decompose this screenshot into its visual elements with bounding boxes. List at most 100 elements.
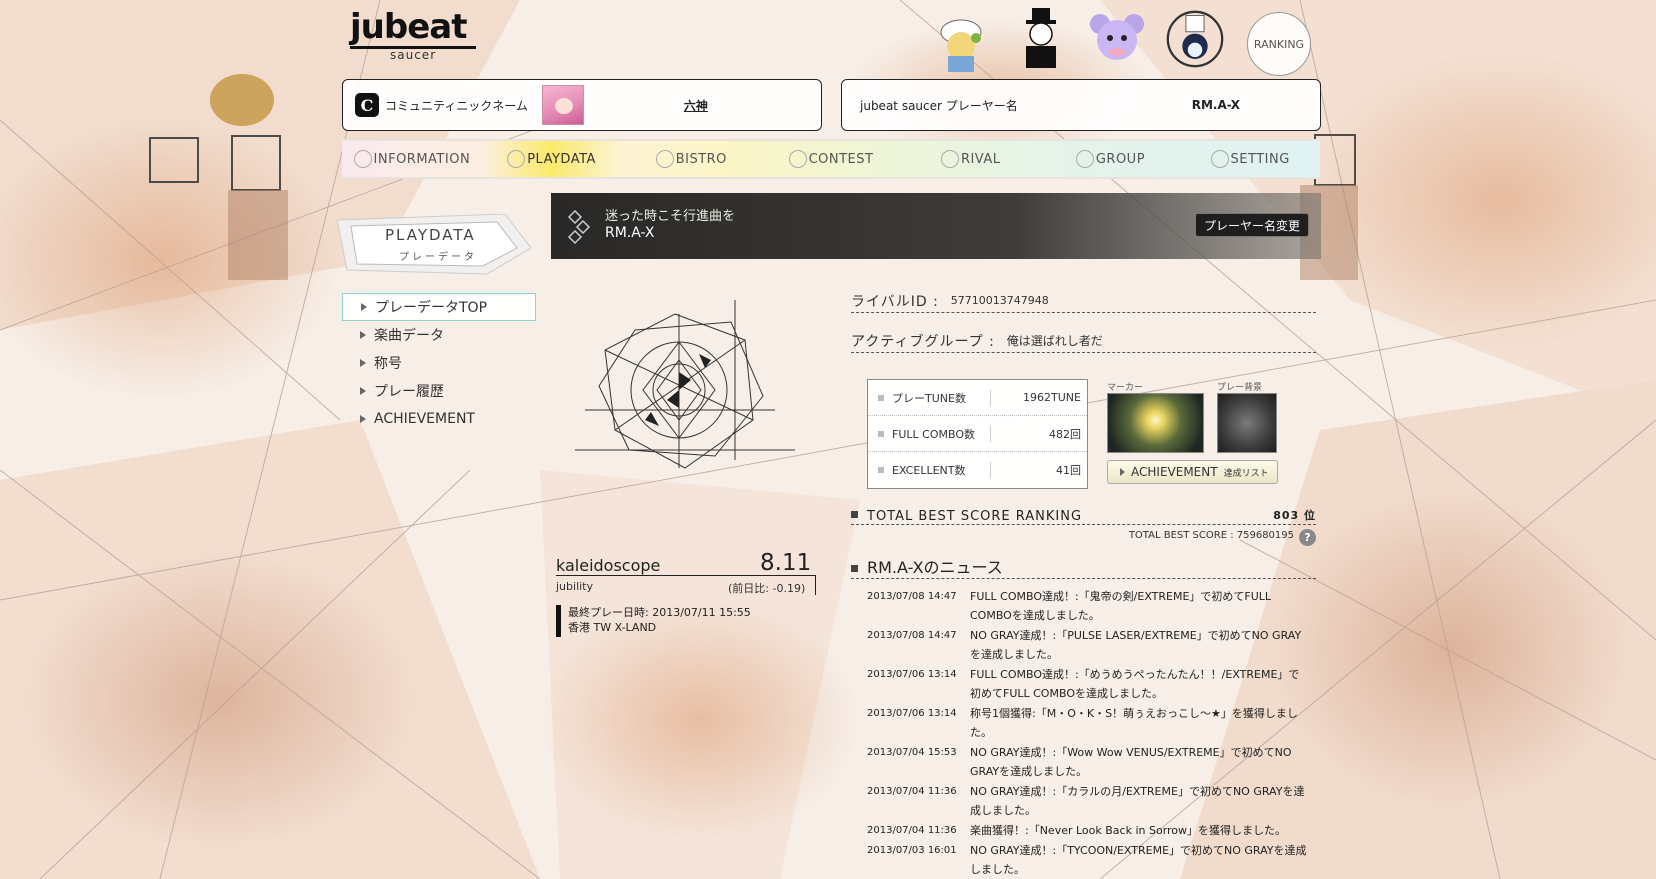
news-text: FULL COMBO達成！:「めうめうぺったんたん！！/EXTREME」で初めて… [970,668,1300,700]
rival-id-value: 57710013747948 [950,294,1049,307]
badge-subtitle: プレーデータ [399,252,477,263]
news-text: NO GRAY達成！:「カラルの月/EXTREME」で初めてNO GRAYを達成… [970,785,1305,817]
active-group-label: アクティブグループ : [851,333,995,350]
badge-title: PLAYDATA [385,226,476,244]
news-text: NO GRAY達成！:「PULSE LASER/EXTREME」で初めてNO G… [970,629,1302,661]
news-date: 2013/07/06 13:14 [867,708,957,719]
bullet-square-icon [851,511,858,518]
news-date: 2013/07/06 13:14 [867,669,957,680]
last-play-time: 最終プレー日時: 2013/07/11 15:55 [568,606,751,619]
news-section-header: RM.A-Xのニュース [851,555,1316,579]
menu-playdata-top[interactable]: プレーデータTOP [342,293,536,321]
diamond-icon [567,209,591,245]
nav-bistro-label: BISTRO [675,151,727,167]
bullet-square-icon [851,565,858,572]
jubility-label: jubility [556,580,594,593]
ranking-position: 803 位 [1273,509,1316,522]
nav-contest[interactable]: CONTEST [761,141,901,177]
news-text: 楽曲獲得！:「Never Look Back in Sorrow」を獲得しました… [970,824,1287,837]
nav-group[interactable]: GROUP [1041,141,1181,177]
nav-playdata[interactable]: PLAYDATA [481,141,622,177]
list-item: 2013/07/08 14:47 FULL COMBO達成！:「鬼帝の剣/EXTR… [867,587,1307,625]
stat-row: プレーTUNE数 1962TUNE [868,380,1087,416]
nav-setting-label: SETTING [1230,151,1290,167]
ranking-section-header: TOTAL BEST SCORE RANKING 803 位 [851,503,1316,525]
list-item: 2013/07/06 13:14 FULL COMBO達成！:「めうめうぺったんた… [867,665,1307,703]
menu-play-history[interactable]: プレー履歴 [342,377,536,405]
playdata-icon [507,150,526,168]
list-item: 2013/07/04 15:53 NO GRAY達成！:「Wow Wow VENU… [867,743,1307,781]
hat-man-character-icon[interactable] [1012,6,1070,68]
arrow-right-icon [360,387,366,395]
banner-player-name: RM.A-X [605,225,655,241]
stat-label: プレーTUNE数 [892,389,991,406]
purple-mouse-character-icon[interactable] [1088,10,1146,72]
menu-titles[interactable]: 称号 [342,349,536,377]
jubility-diff: (前日比: -0.19) [728,582,806,595]
last-play-info: 最終プレー日時: 2013/07/11 15:55 香港 TW X-LAND [556,605,751,637]
bistro-icon [655,150,674,168]
nav-information[interactable]: INFORMATION [342,141,482,177]
menu-music-data[interactable]: 楽曲データ [342,321,536,349]
avatar[interactable] [541,85,584,125]
information-icon [353,150,372,168]
list-item: 2013/07/04 11:36 楽曲獲得！:「Never Look Back i… [867,821,1307,840]
player-name-box: jubeat saucer プレーヤー名 RM.A-X [841,79,1321,131]
news-text: NO GRAY達成！:「TYCOON/EXTREME」で初めてNO GRAYを達… [970,844,1307,876]
news-text: FULL COMBO達成！:「鬼帝の剣/EXTREME」で初めてFULL COM… [970,590,1272,622]
nav-rival[interactable]: RIVAL [901,141,1041,177]
player-title: kaleidoscope [556,556,661,575]
rival-id-row: ライバルID : 57710013747948 [851,289,1316,313]
nav-playdata-label: PLAYDATA [527,151,596,167]
bullet-square-icon [878,467,884,473]
active-group-row: アクティブグループ : 俺は選ばれし者だ [851,329,1316,353]
help-icon[interactable]: ? [1299,529,1316,546]
achievement-list-button[interactable]: ACHIEVEMENT 達成リスト [1107,460,1278,484]
list-item: 2013/07/03 16:01 NO GRAY達成！:「TYCOON/EXTRE… [867,841,1307,879]
stat-row: EXCELLENT数 41回 [868,452,1087,488]
play-background-thumbnail[interactable] [1217,393,1277,453]
nav-bistro[interactable]: BISTRO [621,141,761,177]
active-group-value[interactable]: 俺は選ばれし者だ [1007,332,1103,349]
community-nickname[interactable]: 六神 [684,97,708,114]
menu-play-history-label: プレー履歴 [374,384,444,400]
news-text: NO GRAY達成！:「Wow Wow VENUS/EXTREME」で初めてNO… [970,746,1292,778]
ranking-button[interactable]: RANKING [1247,12,1311,76]
community-nickname-label: コミュニティニックネーム [385,98,528,113]
nav-setting[interactable]: SETTING [1180,141,1320,177]
chef-character-icon[interactable] [932,12,990,74]
menu-playdata-top-label: プレーデータTOP [375,300,488,316]
news-date: 2013/07/04 11:36 [867,825,957,836]
total-best-score: TOTAL BEST SCORE : 759680195 [1128,530,1294,541]
banner-message: 迷った時こそ行進曲を [605,209,736,224]
menu-achievement[interactable]: ACHIEVEMENT [342,405,536,433]
list-item: 2013/07/08 14:47 NO GRAY達成！:「PULSE LASER/… [867,626,1307,664]
change-player-name-button[interactable]: プレーヤー名変更 [1194,213,1309,237]
nav-contest-label: CONTEST [808,151,874,167]
side-menu: プレーデータTOP 楽曲データ 称号 プレー履歴 ACHIEVEMENT [342,293,536,433]
nav-information-label: INFORMATION [373,151,471,167]
community-nickname-box: C コミュニティニックネーム 六神 [342,79,822,131]
background-pattern [0,0,1656,879]
chef-penguin-character-icon[interactable] [1166,8,1224,70]
marker-thumbnail[interactable] [1107,393,1204,453]
last-play-location: 香港 TW X-LAND [568,621,657,634]
logo-subtitle: saucer [390,48,437,62]
menu-achievement-label: ACHIEVEMENT [374,411,475,427]
nav-group-label: GROUP [1095,151,1146,167]
marker-caption: マーカー [1107,383,1144,393]
list-item: 2013/07/04 11:36 NO GRAY達成！:「カラルの月/EXTREM… [867,782,1307,820]
logo-brand: jubeat [350,7,467,47]
badge-shape [337,214,531,275]
playdata-badge: PLAYDATA プレーデータ [337,214,531,276]
nav-rival-label: RIVAL [960,151,1001,167]
jubeat-logo[interactable]: jubeat saucer [350,10,480,64]
list-item: 2013/07/06 13:14 称号1個獲得:「M・O・K・S！萌ぅえおっこし～… [867,704,1307,742]
news-title: RM.A-Xのニュース [867,558,1003,577]
stat-label: EXCELLENT数 [892,462,991,478]
arrow-right-icon [360,359,366,367]
stat-label: FULL COMBO数 [892,425,991,442]
news-date: 2013/07/04 15:53 [867,747,957,758]
setting-icon [1210,150,1229,168]
stat-value: 1962TUNE [1023,391,1081,404]
